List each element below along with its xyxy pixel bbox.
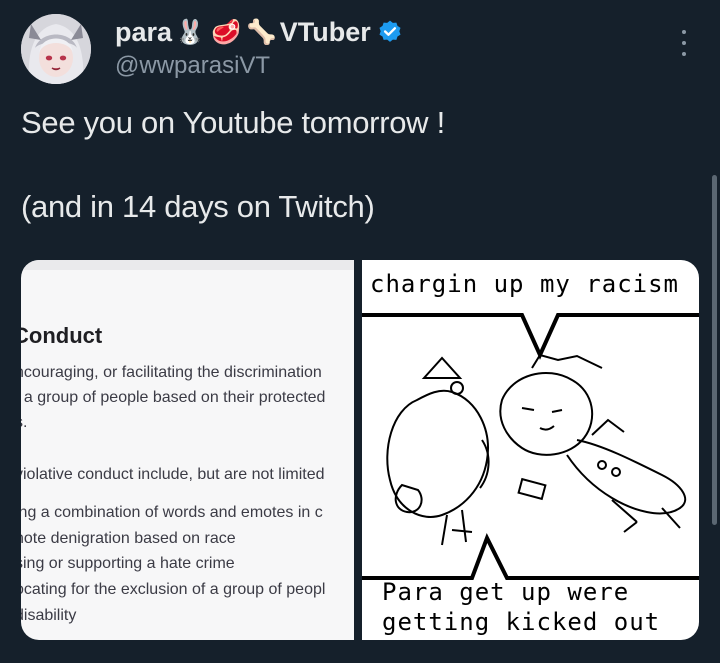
more-options-icon[interactable] (677, 26, 691, 60)
avatar-image (21, 14, 91, 84)
guidelines-line: note denigration based on race (21, 530, 236, 547)
comic-caption-bottom-line-2: getting kicked out (382, 608, 661, 636)
guidelines-heading: Conduct (21, 323, 103, 348)
more-dot (682, 41, 686, 45)
tweet-media[interactable]: Conduct ncouraging, or facilitating the … (21, 260, 699, 640)
comic-caption-bottom-line-1: Para get up were (382, 578, 630, 606)
avatar[interactable] (21, 14, 91, 84)
guidelines-line: f a group of people based on their prote… (21, 389, 326, 406)
guidelines-line: disability (21, 607, 77, 624)
media-image-guidelines[interactable]: Conduct ncouraging, or facilitating the … (21, 260, 354, 640)
verified-badge-icon[interactable] (377, 19, 403, 45)
guidelines-line: ing a combination of words and emotes in… (21, 504, 323, 521)
guidelines-line: violative conduct include, but are not l… (21, 466, 325, 483)
page-scrollbar[interactable] (712, 175, 717, 525)
display-name-suffix[interactable]: VTuber (280, 17, 371, 48)
display-name[interactable]: para (115, 17, 172, 48)
guidelines-line: ncouraging, or facilitating the discrimi… (21, 364, 322, 381)
user-handle[interactable]: @wwparasiVT (115, 52, 270, 80)
tweet-text: See you on Youtube tomorrow ! (and in 14… (21, 105, 445, 224)
display-name-row[interactable]: para 🐰 🥩 🦴 VTuber (115, 15, 403, 49)
media-image-comic[interactable]: chargin up my racism Para get up were ge… (362, 260, 699, 640)
guidelines-line: ocating for the exclusion of a group of … (21, 581, 326, 598)
meat-emoji: 🥩 (210, 18, 241, 46)
image-top-bar (21, 260, 354, 270)
more-dot (682, 30, 686, 34)
rabbit-emoji: 🐰 (175, 18, 205, 46)
guidelines-line: sing or supporting a hate crime (21, 555, 235, 572)
more-dot (682, 52, 686, 56)
guidelines-line: s. (21, 414, 28, 431)
bone-emoji: 🦴 (246, 18, 277, 46)
